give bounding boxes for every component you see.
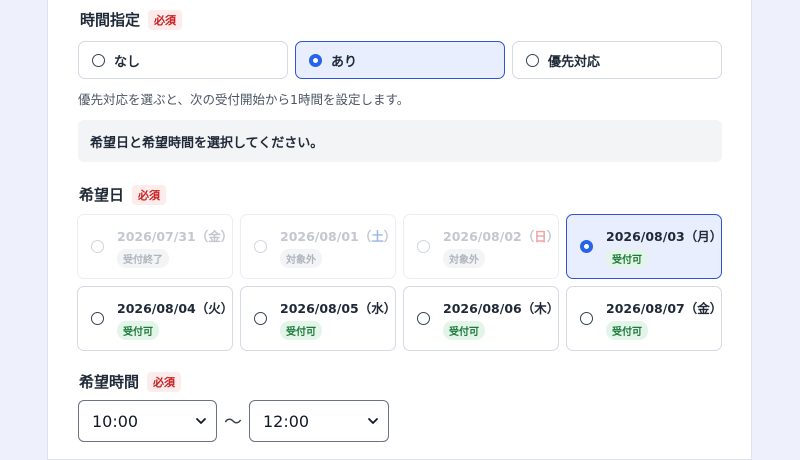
radio-disabled-icon [254,240,267,253]
radio-icon[interactable] [417,312,430,325]
date-option[interactable]: 2026/08/07（金） 受付可 [566,286,722,351]
time-to-select[interactable]: 12:00 [249,400,389,442]
radio-icon[interactable] [254,312,267,325]
date-text: 2026/08/03（月） [606,229,723,244]
desired-time-title: 希望時間 [79,373,140,391]
date-option[interactable]: 2026/08/04（火） 受付可 [77,286,233,351]
date-text: 2026/08/01（土） [280,229,397,244]
radio-selected-icon[interactable] [309,53,322,67]
desired-date-label: 希望日 必須 [79,184,167,205]
date-option[interactable]: 2026/08/05（水） 受付可 [240,286,396,351]
time-option-label: 優先対応 [548,54,601,70]
time-spec-title: 時間指定 [80,11,141,29]
date-text: 2026/08/07（金） [606,301,723,316]
radio-icon[interactable] [91,312,104,325]
date-status-badge: 対象外 [280,249,322,268]
required-badge: 必須 [147,371,182,392]
required-badge: 必須 [132,184,167,205]
date-text: 2026/07/31（金） [117,229,234,244]
date-status-badge: 受付可 [443,321,485,340]
date-option: 2026/08/02（日） 対象外 [403,214,559,279]
required-badge: 必須 [148,9,183,30]
date-text: 2026/08/04（火） [117,301,234,316]
chevron-down-icon [196,418,206,424]
chevron-down-icon [368,418,378,424]
time-option-label: あり [331,54,358,70]
date-option-selected[interactable]: 2026/08/03（月） 受付可 [566,214,722,279]
date-status-badge: 受付可 [606,249,648,268]
date-option[interactable]: 2026/08/06（木） 受付可 [403,286,559,351]
time-to-value: 12:00 [263,411,310,431]
radio-icon[interactable] [92,53,105,67]
time-option-label: なし [114,54,141,70]
notice-text: 希望日と希望時間を選択してください。 [90,135,324,151]
time-from-value: 10:00 [92,411,139,431]
date-text: 2026/08/05（水） [280,301,397,316]
date-status-badge: 受付可 [117,321,159,340]
time-option-yes[interactable]: あり [295,41,505,79]
desired-time-label: 希望時間 必須 [79,371,182,392]
time-spec-hint: 優先対応を選ぶと、次の受付開始から1時間を設定します。 [78,92,410,107]
date-text: 2026/08/06（木） [443,301,560,316]
date-status-badge: 受付可 [606,321,648,340]
time-option-none[interactable]: なし [78,41,288,79]
radio-disabled-icon [91,240,104,253]
time-range-separator: 〜 [224,412,242,433]
radio-selected-icon[interactable] [580,240,593,253]
date-status-badge: 受付可 [280,321,322,340]
date-status-badge: 受付終了 [117,249,169,268]
desired-date-title: 希望日 [79,186,125,204]
radio-disabled-icon [417,240,430,253]
time-from-select[interactable]: 10:00 [78,400,217,442]
date-option: 2026/07/31（金） 受付終了 [77,214,233,279]
date-option: 2026/08/01（土） 対象外 [240,214,396,279]
radio-icon[interactable] [580,312,593,325]
instruction-notice: 希望日と希望時間を選択してください。 [78,120,722,162]
date-text: 2026/08/02（日） [443,229,560,244]
time-option-priority[interactable]: 優先対応 [512,41,722,79]
date-status-badge: 対象外 [443,249,485,268]
radio-icon[interactable] [526,53,539,67]
time-spec-label: 時間指定 必須 [80,9,183,30]
